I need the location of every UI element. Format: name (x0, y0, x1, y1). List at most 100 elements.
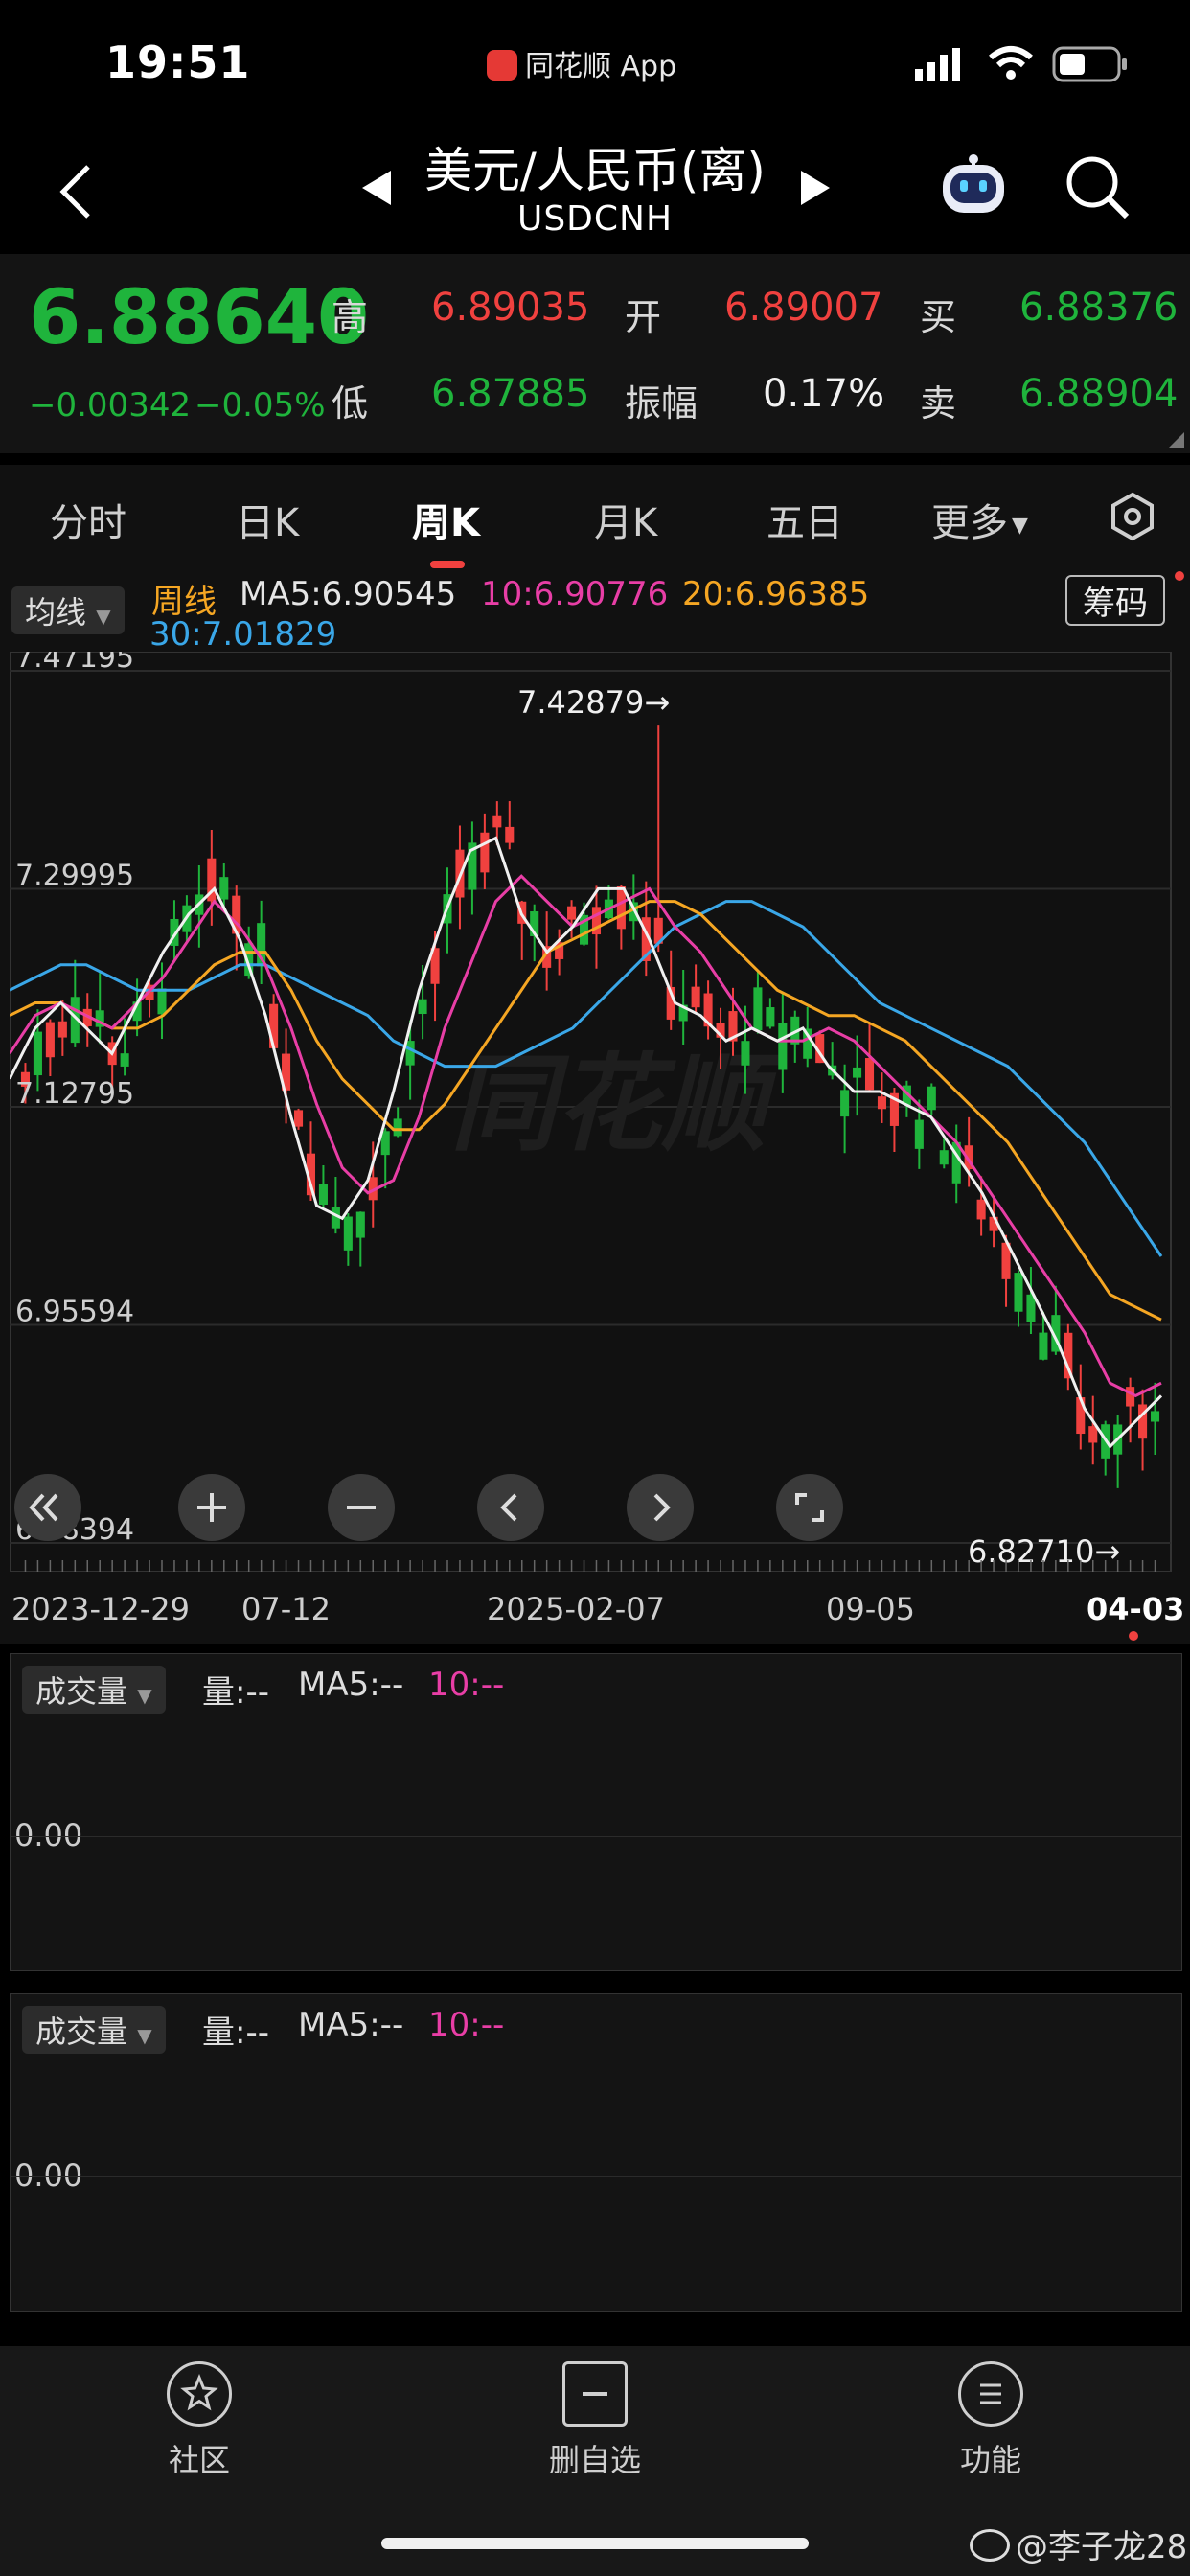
status-app-label: 同花顺 App (487, 42, 676, 84)
zoom-in-button[interactable] (178, 1474, 245, 1541)
candle-body (418, 999, 427, 1015)
header: 美元/人民币(离) USDCNH (0, 125, 1190, 254)
candle-body (293, 1110, 304, 1127)
dropdown-caret-icon: ▼ (137, 2024, 152, 2047)
y-tick-label: 7.47195 (15, 652, 134, 675)
tab-daily-k[interactable]: 日K (236, 492, 299, 547)
nav-remove-watchlist[interactable]: 删自选 (528, 2361, 662, 2480)
quote-panel: 6.88640 −0.00342 −0.05% 高 6.89035 低 6.87… (0, 254, 1190, 453)
open-value: 6.89007 (724, 286, 883, 330)
zoom-out-button[interactable] (328, 1474, 395, 1541)
status-time: 19:51 (105, 36, 251, 88)
candle-body (753, 987, 763, 1031)
chart-watermark: 同花顺 (450, 1043, 786, 1165)
candle-body (778, 1023, 788, 1070)
x-tick-label: 2023-12-29 (11, 1591, 190, 1627)
volume-indicator-selector[interactable]: 成交量 ▼ (22, 1666, 166, 1714)
amplitude-value: 0.17% (763, 372, 885, 416)
chips-button[interactable]: 筹码 (1065, 575, 1165, 626)
tab-intraday[interactable]: 分时 (50, 492, 126, 547)
candle-body (864, 1058, 875, 1091)
candle-body (355, 1211, 365, 1238)
candle-body (480, 832, 490, 873)
amplitude-label: 振幅 (625, 382, 698, 425)
candle-body (269, 1003, 279, 1048)
candle-body (1126, 1387, 1135, 1407)
candle-body (157, 988, 167, 1015)
scroll-left-button[interactable] (477, 1474, 544, 1541)
candle-body (840, 1090, 850, 1117)
candle-body (57, 1021, 67, 1038)
kline-chart[interactable]: 同花顺 7.471957.299957.127956.955946.78394 … (10, 652, 1180, 1572)
active-tab-indicator (430, 561, 465, 568)
y-tick-label: 6.95594 (15, 1296, 134, 1329)
buy-label: 买 (920, 296, 957, 338)
candle-body (1150, 1411, 1160, 1422)
home-indicator (381, 2538, 809, 2549)
current-marker-dot (1129, 1631, 1138, 1641)
period-tabs: 分时 日K 周K 月K 五日 更多 ▼ (0, 465, 1190, 570)
volume-gridline (11, 2176, 1181, 2177)
candle-body (219, 877, 229, 900)
battery-icon (1052, 46, 1127, 82)
buy-value: 6.88376 (1019, 286, 1179, 330)
ma10-value: 10:6.90776 (481, 575, 669, 613)
indicator-selector-label: 均线 (25, 594, 87, 631)
volume-zero-label: 0.00 (14, 2157, 83, 2194)
volume-value: 量:-- (202, 1673, 269, 1712)
nav-community-label: 社区 (168, 2442, 230, 2478)
robot-assistant-icon[interactable] (937, 153, 1010, 220)
volume-pane: 成交量 ▼ 量:-- MA5:-- 10:-- 0.00 (10, 1993, 1182, 2312)
volume-pane: 成交量 ▼ 量:-- MA5:-- 10:-- 0.00 (10, 1653, 1182, 1971)
weibo-icon (970, 2529, 1010, 2562)
wifi-icon (989, 46, 1033, 80)
chevron-left-icon (500, 1493, 517, 1522)
remove-watchlist-icon (562, 2361, 628, 2426)
tab-monthly-k[interactable]: 月K (594, 492, 657, 547)
candle-body (45, 1022, 55, 1058)
next-instrument-icon[interactable] (801, 171, 830, 205)
price-change: −0.00342 (29, 386, 192, 425)
volume-indicator-selector[interactable]: 成交量 ▼ (22, 2006, 166, 2054)
volume-ma10: 10:-- (428, 1666, 505, 1704)
candle-body (343, 1216, 353, 1251)
scroll-right-button[interactable] (627, 1474, 694, 1541)
indicator-selector[interactable]: 均线 ▼ (11, 586, 125, 634)
chevron-right-icon (653, 1493, 671, 1522)
settings-hexagon-icon[interactable] (1108, 492, 1157, 541)
app-logo-icon (487, 50, 517, 80)
nav-remove-watchlist-label: 删自选 (548, 2442, 641, 2478)
tab-weekly-k[interactable]: 周K (412, 492, 480, 547)
candle-body (914, 1119, 924, 1149)
nav-functions[interactable]: 功能 (924, 2361, 1058, 2480)
last-price: 6.88640 (29, 275, 370, 361)
fast-back-button[interactable] (14, 1474, 81, 1541)
notification-dot (1175, 571, 1184, 581)
tab-five-day[interactable]: 五日 (767, 492, 843, 547)
search-icon[interactable] (1064, 153, 1131, 220)
instrument-code: USDCNH (516, 199, 674, 239)
candle-body (691, 986, 700, 1008)
dropdown-caret-icon: ▼ (96, 605, 111, 628)
expand-corner-icon[interactable] (1169, 432, 1184, 448)
high-value: 6.89035 (431, 286, 590, 330)
volume-ma5: MA5:-- (298, 1666, 404, 1704)
max-price-annotation: 7.42879→ (517, 684, 670, 721)
volume-selector-label: 成交量 (35, 1673, 128, 1710)
nav-community[interactable]: 社区 (132, 2361, 266, 2480)
sell-label: 卖 (920, 382, 957, 425)
x-tick-label: 07-12 (241, 1591, 331, 1627)
ma20-value: 20:6.96385 (682, 575, 870, 613)
signal-icon (915, 48, 960, 80)
candle-body (939, 1150, 949, 1165)
candle-body (492, 815, 502, 828)
dropdown-caret-icon: ▼ (1012, 514, 1028, 538)
fullscreen-button[interactable] (776, 1474, 843, 1541)
tab-more[interactable]: 更多 ▼ (931, 492, 1028, 547)
x-axis-labels: 2023-12-29 07-12 2025-02-07 09-05 04-03 (0, 1581, 1190, 1641)
double-chevron-left-icon (29, 1493, 58, 1522)
candle-body (393, 1118, 402, 1137)
volume-zero-label: 0.00 (14, 1817, 83, 1853)
x-tick-label: 2025-02-07 (487, 1591, 665, 1627)
status-app-text: 同花顺 App (525, 50, 677, 83)
